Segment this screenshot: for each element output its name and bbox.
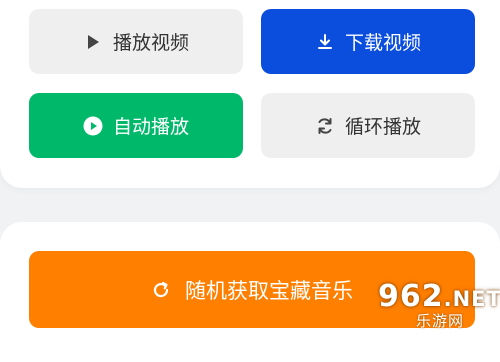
random-music-label: 随机获取宝藏音乐 [185, 275, 353, 305]
random-music-button[interactable]: 随机获取宝藏音乐 [29, 251, 475, 328]
loop-icon [315, 116, 335, 136]
download-icon [315, 32, 335, 52]
auto-play-label: 自动播放 [113, 112, 189, 139]
loop-play-button[interactable]: 循环播放 [261, 93, 475, 158]
loop-play-label: 循环播放 [345, 112, 421, 139]
play-icon [83, 32, 103, 52]
auto-play-button[interactable]: 自动播放 [29, 93, 243, 158]
download-video-button[interactable]: 下载视频 [261, 9, 475, 74]
play-video-button[interactable]: 播放视频 [29, 9, 243, 74]
download-video-label: 下载视频 [345, 28, 421, 55]
play-circle-icon [83, 116, 103, 136]
refresh-icon [151, 280, 171, 300]
play-video-label: 播放视频 [113, 28, 189, 55]
